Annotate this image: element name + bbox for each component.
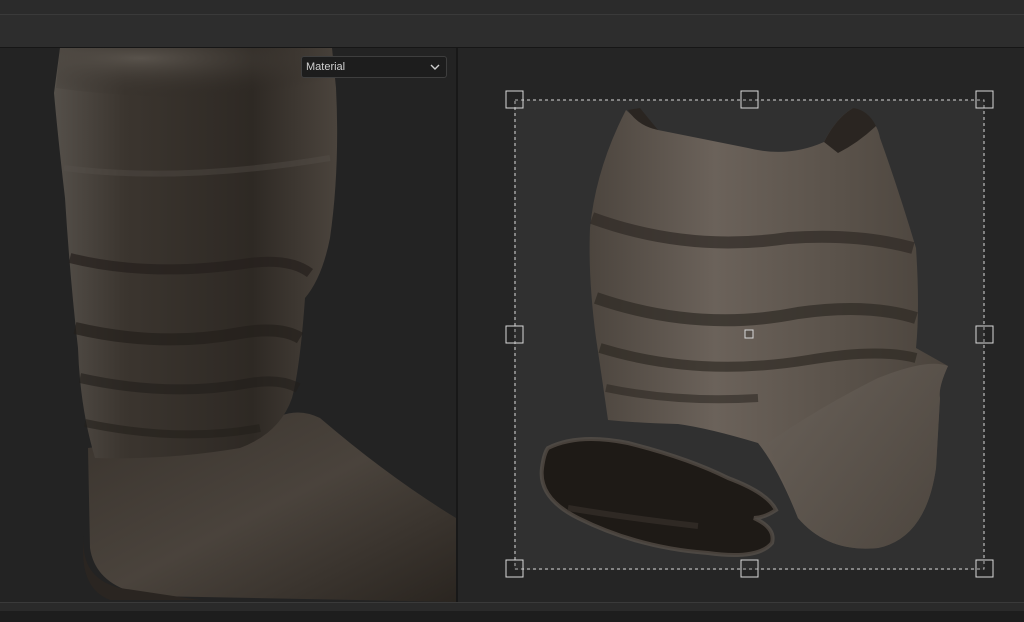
handle-middle-left[interactable] — [505, 325, 524, 344]
material-dropdown[interactable]: Material — [301, 56, 447, 78]
material-dropdown-value: Material — [306, 61, 346, 73]
uv-viewport[interactable] — [458, 48, 1024, 602]
3d-viewport[interactable] — [0, 48, 456, 602]
toolbar — [0, 15, 1024, 48]
top-menu-bar — [0, 0, 1024, 15]
handle-bottom-right[interactable] — [975, 559, 994, 578]
chevron-down-icon — [430, 63, 440, 71]
pivot-handle[interactable] — [744, 329, 754, 339]
handle-bottom-center[interactable] — [740, 559, 759, 578]
handle-top-center[interactable] — [740, 90, 759, 109]
handle-top-left[interactable] — [505, 90, 524, 109]
handle-bottom-left[interactable] — [505, 559, 524, 578]
boot-3d-render — [54, 48, 456, 602]
status-bar — [0, 602, 1024, 622]
handle-top-right[interactable] — [975, 90, 994, 109]
handle-middle-right[interactable] — [975, 325, 994, 344]
transform-handles — [505, 90, 994, 578]
